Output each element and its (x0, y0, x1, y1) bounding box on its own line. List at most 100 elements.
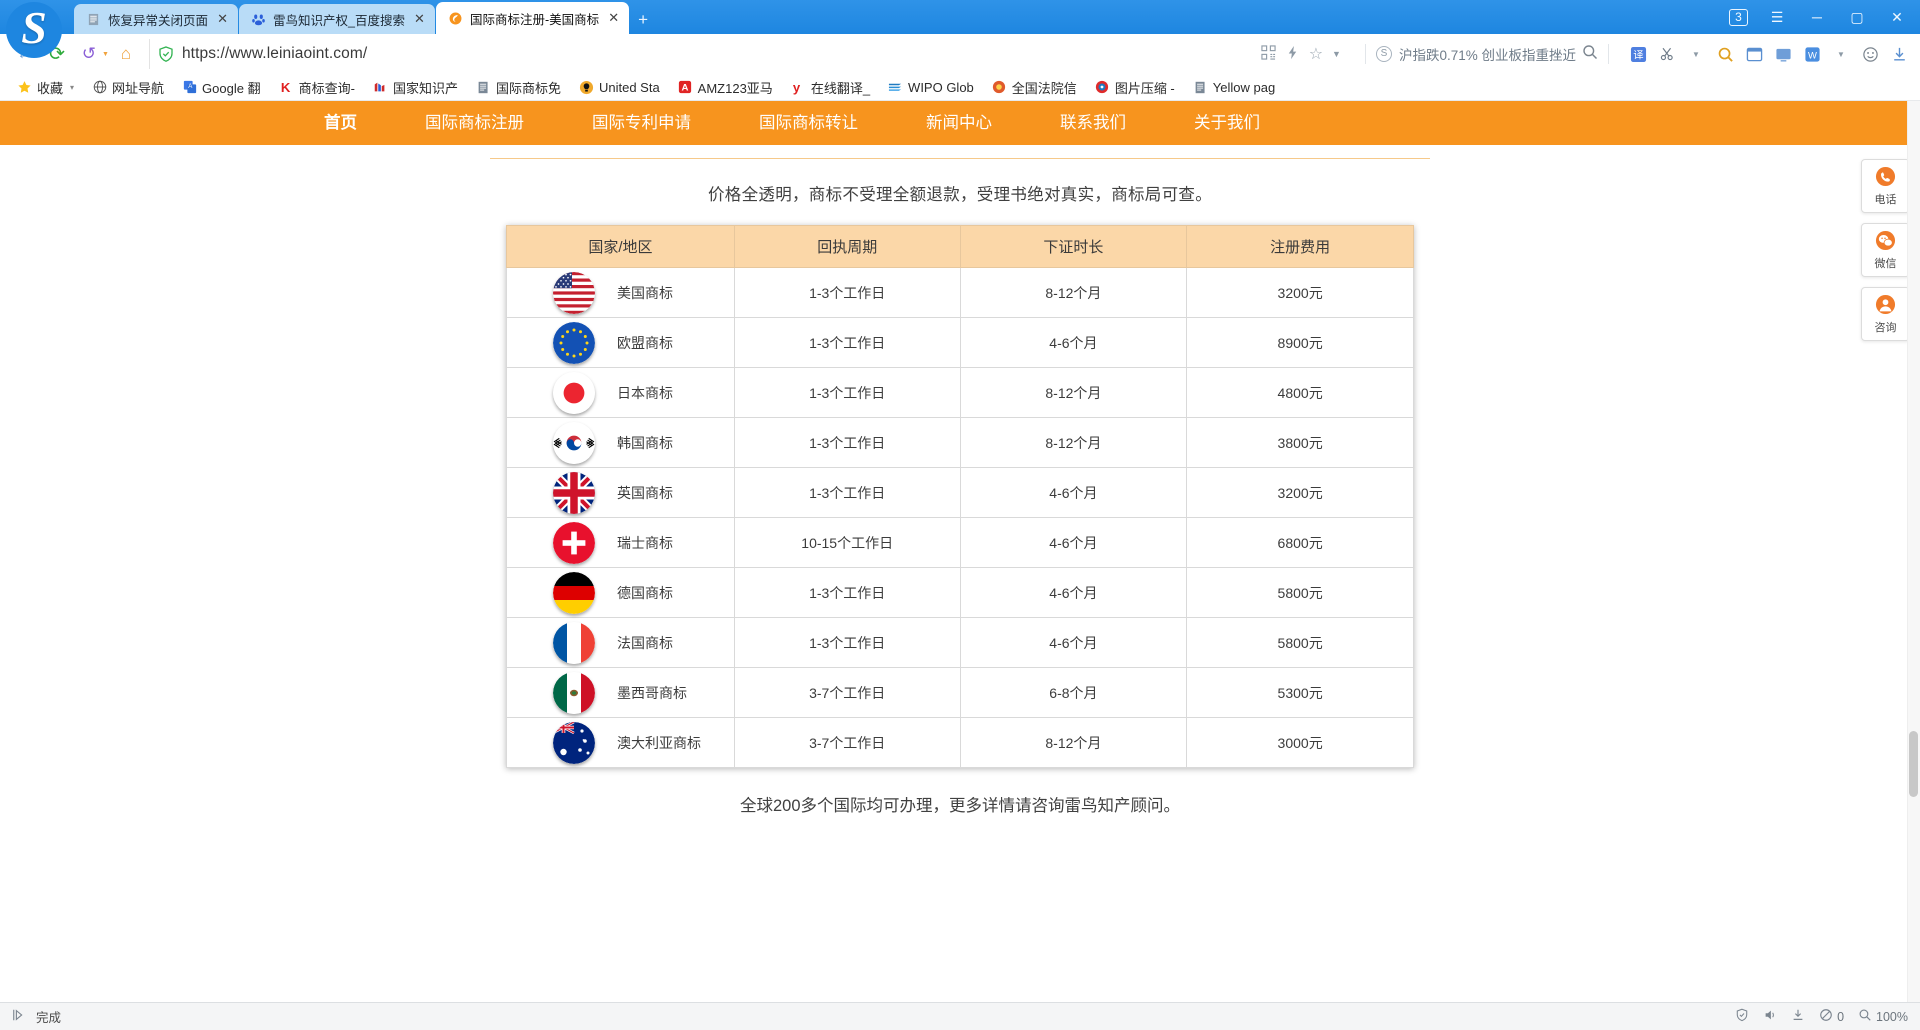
side-widget-wechat[interactable]: 微信 (1861, 223, 1910, 277)
close-icon[interactable]: ✕ (606, 10, 621, 26)
magnifier-icon[interactable] (1714, 43, 1736, 65)
shield-icon[interactable] (1735, 1008, 1749, 1025)
stock-ticker[interactable]: S 沪指跌0.71% 创业板指重挫近 (1375, 44, 1576, 64)
browser-tab-0[interactable]: 恢复异常关闭页面 ✕ (74, 4, 239, 34)
browser-toolbar: ← ⟳ ↺ ▼ ⌂ https://www.leiniaoint.com/ ☆ … (0, 34, 1920, 74)
side-widget-consult[interactable]: 咨询 (1861, 287, 1910, 341)
sitenav-item-home[interactable]: 首页 (290, 101, 391, 145)
country-cell: 美国商标 (506, 267, 735, 318)
column-header-fee: 注册费用 (1186, 225, 1414, 268)
bookmark-cnipa[interactable]: 国家知识产 (364, 76, 467, 99)
bookmark-label: United Sta (598, 79, 660, 95)
page-scrollbar[interactable] (1907, 101, 1920, 1002)
chevron-down-icon[interactable]: ▼ (1685, 43, 1707, 65)
maximize-button[interactable]: ▢ (1838, 2, 1876, 32)
side-widgets: 电话 微信 咨询 (1861, 159, 1910, 341)
bookmark-yellowpages[interactable]: Yellow pag (1184, 76, 1284, 99)
bookmark-label: 在线翻译_ (810, 80, 871, 96)
menu-icon[interactable]: ☰ (1758, 2, 1796, 32)
chevron-down-icon[interactable]: ▼ (102, 51, 109, 58)
court-icon (992, 80, 1007, 95)
sitenav-item-contact[interactable]: 联系我们 (1026, 101, 1160, 145)
bookmark-youdao[interactable]: y 在线翻译_ (782, 76, 879, 99)
close-icon[interactable]: ✕ (412, 11, 427, 27)
history-back-button[interactable]: ↺ (74, 39, 104, 69)
address-bar[interactable]: https://www.leiniaoint.com/ ☆ ▼ (148, 39, 1349, 69)
bookmark-label: 全国法院信 (1011, 80, 1077, 96)
side-widget-phone[interactable]: 电话 (1861, 159, 1910, 213)
bookmark-label: Yellow pag (1212, 79, 1276, 95)
bookmark-trademark-search[interactable]: K 商标查询- (270, 76, 364, 99)
bookmark-amz123[interactable]: A AMZ123亚马 (669, 76, 782, 99)
sitenav-item-about[interactable]: 关于我们 (1160, 101, 1294, 145)
emoji-icon[interactable] (1859, 43, 1881, 65)
document-icon (476, 80, 491, 95)
download-icon[interactable] (1791, 1008, 1805, 1025)
bookmark-google-translate[interactable]: A Google 翻 (173, 76, 270, 99)
bookmark-favorites[interactable]: 收藏 ▾ (8, 76, 83, 99)
chevron-down-icon[interactable]: ▼ (1332, 49, 1341, 59)
country-name: 韩国商标 (617, 434, 673, 451)
lightning-icon[interactable] (1285, 45, 1300, 64)
de-flag-icon (553, 571, 595, 614)
fee-cell: 8900元 (1186, 317, 1414, 368)
omnibox-actions: ☆ ▼ (1261, 44, 1341, 64)
country-name: 欧盟商标 (617, 334, 673, 351)
chevron-down-icon-2[interactable]: ▼ (1830, 43, 1852, 65)
document-icon (86, 12, 101, 27)
close-icon[interactable]: ✕ (215, 11, 230, 27)
duration-cell: 6-8个月 (959, 667, 1188, 718)
sitenav-item-tm-transfer[interactable]: 国际商标转让 (725, 101, 892, 145)
table-row: 澳大利亚商标 3-7个工作日 8-12个月 3000元 (506, 717, 1414, 768)
bookmark-court[interactable]: 全国法院信 (983, 76, 1086, 99)
scrollbar-thumb[interactable] (1909, 731, 1918, 797)
duration-cell: 8-12个月 (959, 267, 1188, 318)
duration-cell: 4-6个月 (959, 567, 1188, 618)
status-bar: 完成 0 100% (0, 1002, 1920, 1030)
table-row: 英国商标 1-3个工作日 4-6个月 3200元 (506, 467, 1414, 518)
apps-icon[interactable] (1261, 44, 1276, 64)
bookmark-nav[interactable]: 网址导航 (83, 76, 173, 99)
chevron-down-icon[interactable]: ▾ (70, 83, 74, 92)
bookmark-uspto[interactable]: United Sta (570, 76, 669, 99)
bookmark-label: 图片压缩 - (1114, 80, 1175, 96)
fee-cell: 3200元 (1186, 267, 1414, 318)
table-row: 韩国商标 1-3个工作日 8-12个月 3800元 (506, 417, 1414, 468)
country-name: 德国商标 (617, 584, 673, 601)
wps-icon[interactable]: W (1801, 43, 1823, 65)
browser-tab-1[interactable]: 雷鸟知识产权_百度搜索 ✕ (239, 4, 435, 34)
sitenav-item-tm-register[interactable]: 国际商标注册 (391, 101, 558, 145)
window-icon[interactable] (1743, 43, 1765, 65)
scissors-icon[interactable] (1656, 43, 1678, 65)
minimize-button[interactable]: ─ (1798, 2, 1836, 32)
tab-count-badge[interactable]: 3 (1729, 8, 1748, 26)
shield-icon (158, 46, 174, 62)
blocked-count-group[interactable]: 0 (1819, 1008, 1844, 1025)
zoom-control[interactable]: 100% (1858, 1008, 1908, 1025)
translate-icon[interactable]: 译 (1627, 43, 1649, 65)
page-footnote: 全球200多个国际均可办理，更多详情请咨询雷鸟知产顾问。 (739, 797, 1181, 815)
svg-text:K: K (280, 80, 290, 95)
sitenav-item-patent-apply[interactable]: 国际专利申请 (558, 101, 725, 145)
search-icon[interactable] (1582, 44, 1598, 65)
fr-flag-icon (553, 621, 595, 664)
home-button[interactable]: ⌂ (111, 39, 141, 69)
table-row: 法国商标 1-3个工作日 4-6个月 5800元 (506, 617, 1414, 668)
bookmark-image-compress[interactable]: 图片压缩 - (1086, 76, 1184, 99)
extension-icons: 译 ▼ W ▼ (1619, 43, 1910, 65)
sound-icon[interactable] (1763, 1008, 1777, 1025)
new-tab-button[interactable]: + (630, 8, 656, 34)
browser-tab-2[interactable]: 国际商标注册-美国商标 ✕ (435, 2, 630, 34)
navigate-icon[interactable] (12, 1008, 26, 1025)
screen-icon[interactable] (1772, 43, 1794, 65)
sitenav-item-news[interactable]: 新闻中心 (892, 101, 1026, 145)
bookmark-wipo[interactable]: WIPO Glob (879, 76, 983, 99)
bookmark-star-icon[interactable]: ☆ (1309, 44, 1323, 64)
bookmark-intl-tm-free[interactable]: 国际商标免 (467, 76, 570, 99)
svg-text:A: A (682, 83, 689, 94)
close-window-button[interactable]: ✕ (1878, 2, 1916, 32)
receipt-cell: 10-15个工作日 (733, 517, 961, 568)
download-icon[interactable] (1888, 43, 1910, 65)
url-text: https://www.leiniaoint.com/ (181, 45, 368, 62)
table-row: 墨西哥商标 3-7个工作日 6-8个月 5300元 (506, 667, 1414, 718)
